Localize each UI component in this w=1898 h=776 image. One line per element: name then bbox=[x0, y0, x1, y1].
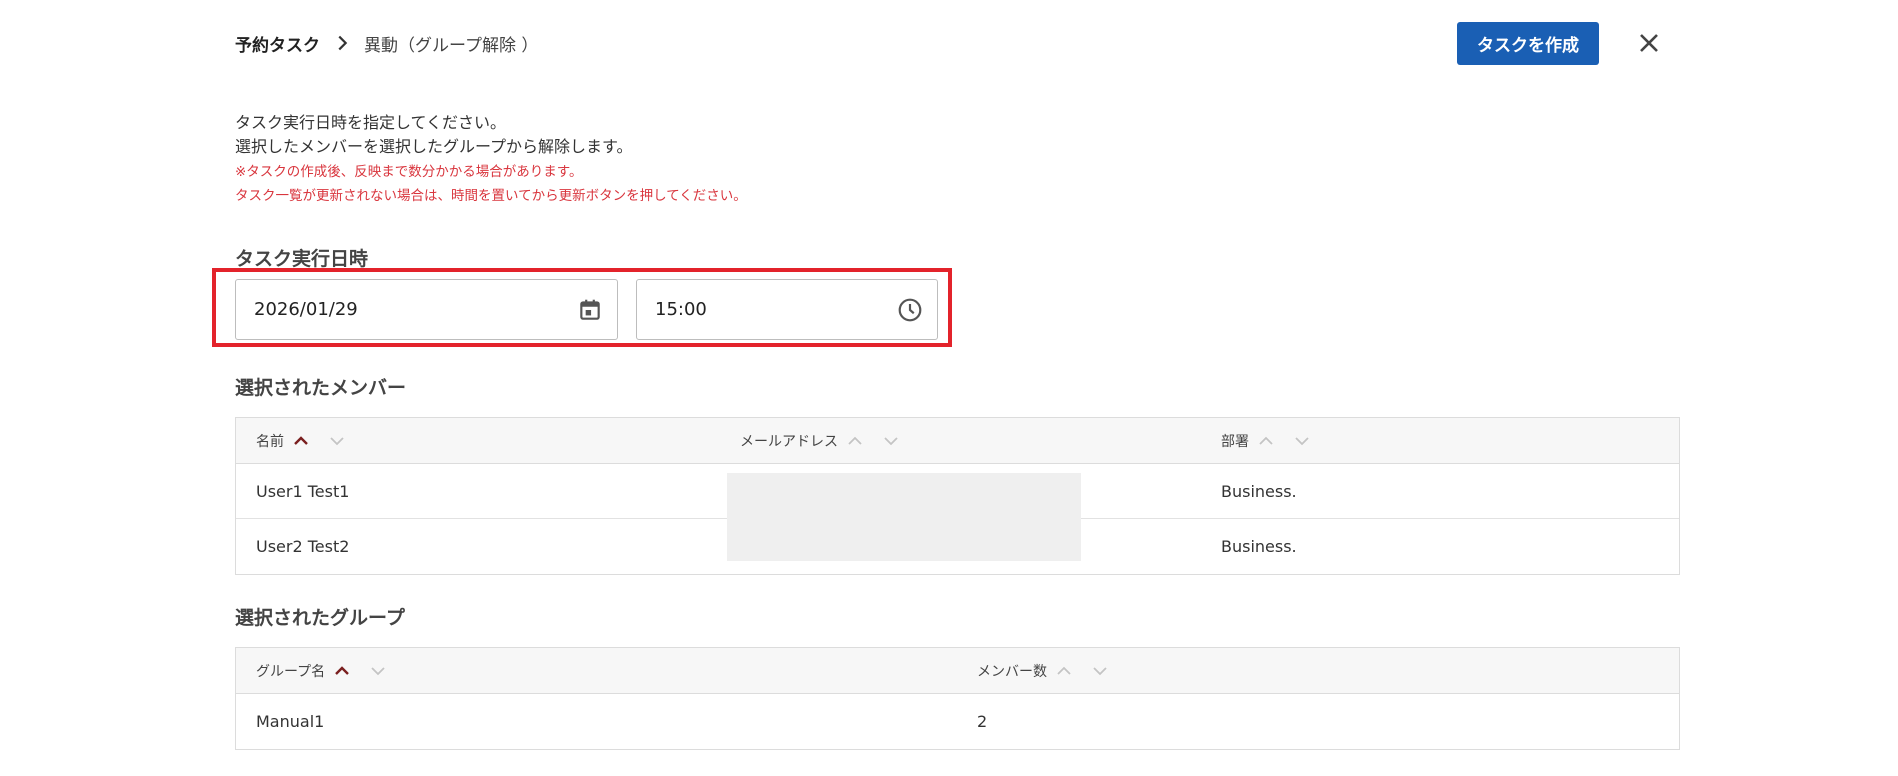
instructions: タスク実行日時を指定してください。 選択したメンバーを選択したグループから解除し… bbox=[235, 111, 747, 208]
sort-controls bbox=[846, 432, 918, 450]
sort-asc-icon[interactable] bbox=[1055, 662, 1073, 680]
calendar-icon[interactable] bbox=[577, 297, 603, 323]
sort-desc-icon[interactable] bbox=[1293, 432, 1311, 450]
sort-controls bbox=[292, 432, 364, 450]
sort-controls bbox=[1055, 662, 1127, 680]
column-header-name: 名前 bbox=[256, 418, 364, 464]
groups-title: 選択されたグループ bbox=[235, 607, 405, 629]
time-value: 15:00 bbox=[655, 299, 707, 320]
column-header-department: 部署 bbox=[1221, 418, 1329, 464]
clock-icon[interactable] bbox=[897, 297, 923, 323]
column-header-label: 名前 bbox=[256, 434, 284, 450]
warning-note: タスク一覧が更新されない場合は、時間を置いてから更新ボタンを押してください。 bbox=[235, 188, 747, 204]
members-title: 選択されたメンバー bbox=[235, 377, 407, 399]
column-header-member-count: メンバー数 bbox=[977, 648, 1127, 694]
breadcrumb-root[interactable]: 予約タスク bbox=[235, 31, 320, 56]
table-header: 名前 メールアドレス 部署 bbox=[236, 418, 1679, 464]
instruction-line: タスク実行日時を指定してください。 bbox=[235, 113, 507, 132]
date-value: 2026/01/29 bbox=[254, 299, 358, 320]
sort-desc-icon[interactable] bbox=[369, 662, 387, 680]
column-header-label: メールアドレス bbox=[740, 434, 838, 450]
close-icon bbox=[1640, 34, 1658, 52]
sort-asc-icon[interactable] bbox=[1257, 432, 1275, 450]
chevron-right-icon bbox=[338, 35, 348, 51]
sort-controls bbox=[333, 662, 405, 680]
member-name: User1 Test1 bbox=[256, 482, 350, 501]
breadcrumb: 予約タスク 異動（グループ解除 ） bbox=[235, 31, 539, 56]
column-header-email: メールアドレス bbox=[740, 418, 918, 464]
create-task-button[interactable]: タスクを作成 bbox=[1457, 22, 1599, 65]
close-button[interactable] bbox=[1634, 28, 1664, 58]
sort-desc-icon[interactable] bbox=[882, 432, 900, 450]
group-member-count: 2 bbox=[977, 712, 988, 731]
column-header-group-name: グループ名 bbox=[256, 648, 405, 694]
redacted-email-block bbox=[727, 473, 1081, 561]
sort-asc-icon[interactable] bbox=[292, 432, 310, 450]
sort-desc-icon[interactable] bbox=[328, 432, 346, 450]
sort-asc-icon[interactable] bbox=[333, 662, 351, 680]
member-department: Business. bbox=[1221, 537, 1297, 556]
member-department: Business. bbox=[1221, 482, 1297, 501]
group-name: Manual1 bbox=[256, 712, 325, 731]
sort-desc-icon[interactable] bbox=[1091, 662, 1109, 680]
instruction-line: 選択したメンバーを選択したグループから解除します。 bbox=[235, 137, 633, 156]
column-header-label: グループ名 bbox=[256, 664, 326, 680]
breadcrumb-current: 異動（グループ解除 ） bbox=[364, 35, 539, 56]
schedule-title: タスク実行日時 bbox=[235, 248, 369, 270]
table-row: Manual1 2 bbox=[236, 694, 1679, 749]
table-header: グループ名 メンバー数 bbox=[236, 648, 1679, 694]
sort-asc-icon[interactable] bbox=[846, 432, 864, 450]
groups-table: グループ名 メンバー数 Manual1 2 bbox=[235, 647, 1680, 750]
time-field[interactable]: 15:00 bbox=[636, 279, 938, 340]
sort-controls bbox=[1257, 432, 1329, 450]
warning-note: ※タスクの作成後、反映まで数分かかる場合があります。 bbox=[235, 164, 583, 180]
date-field[interactable]: 2026/01/29 bbox=[235, 279, 618, 340]
column-header-label: 部署 bbox=[1221, 434, 1249, 450]
member-name: User2 Test2 bbox=[256, 537, 350, 556]
column-header-label: メンバー数 bbox=[977, 664, 1047, 680]
